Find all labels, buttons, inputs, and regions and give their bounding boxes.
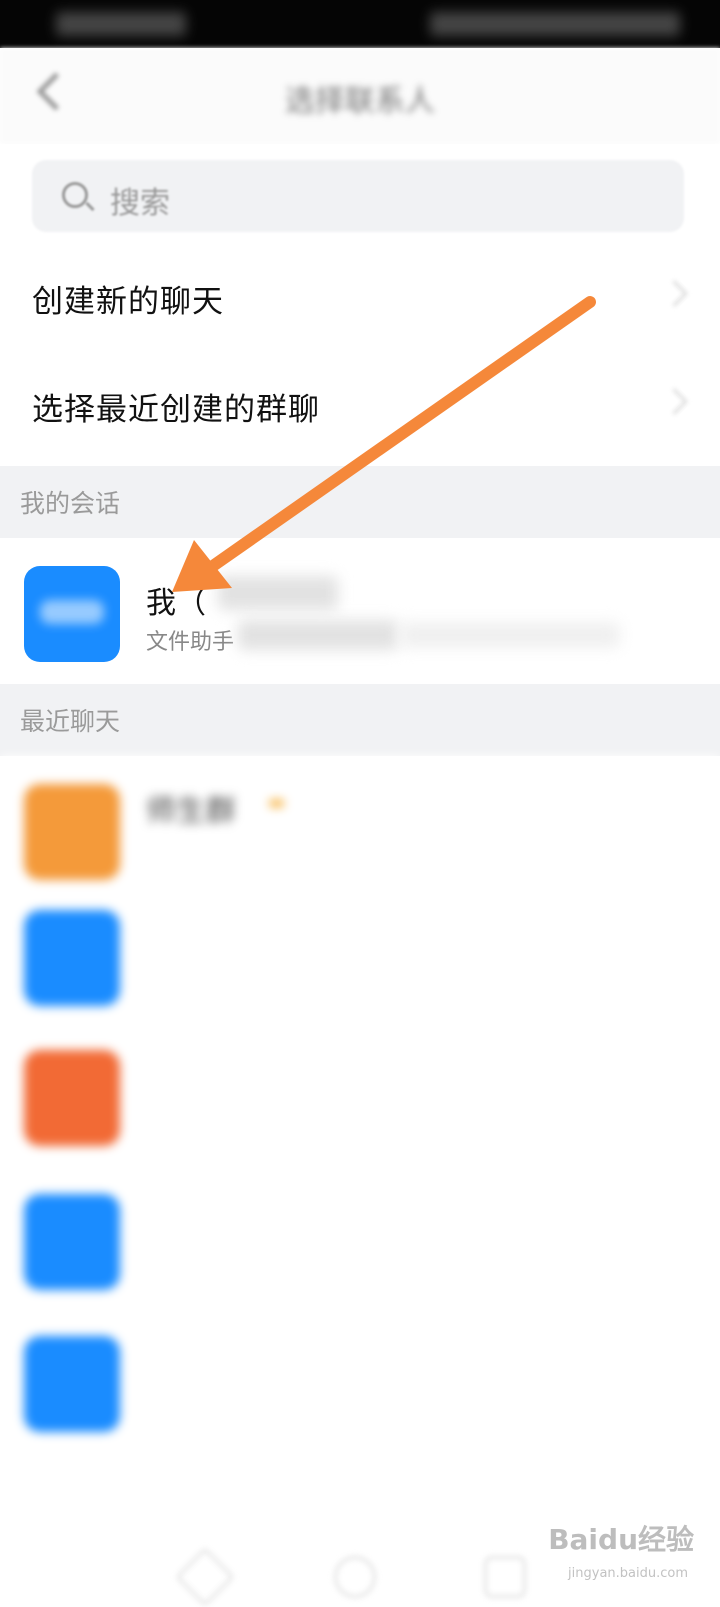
watermark-brand: Baidu经验 — [548, 1523, 694, 1556]
redaction — [400, 622, 620, 648]
select-recent-group-label: 选择最近创建的群聊 — [32, 392, 320, 428]
redaction — [218, 576, 338, 610]
tag-badge: ▬ — [268, 792, 286, 813]
chat-name: 师生群 — [146, 794, 236, 829]
chevron-right-icon — [661, 280, 688, 307]
chat-subtitle: 文件助手 — [146, 630, 235, 655]
search-input[interactable]: 搜索 — [32, 160, 684, 232]
list-item[interactable] — [0, 1186, 720, 1326]
avatar — [24, 1050, 120, 1146]
redaction — [238, 620, 398, 650]
search-icon — [62, 182, 88, 208]
header: 选择联系人 — [0, 48, 720, 144]
avatar — [24, 784, 120, 880]
status-right-blur — [430, 12, 680, 36]
list-item[interactable] — [0, 900, 720, 1040]
nav-home-icon[interactable] — [334, 1556, 376, 1598]
watermark-url: jingyan.baidu.com — [568, 1566, 688, 1581]
avatar — [24, 566, 120, 662]
create-new-chat-label: 创建新的聊天 — [32, 284, 224, 320]
page-title: 选择联系人 — [285, 84, 435, 119]
search-bar: 搜索 — [0, 144, 720, 248]
nav-recents-icon[interactable] — [484, 1556, 526, 1598]
list-item[interactable] — [0, 1040, 720, 1180]
avatar — [24, 1194, 120, 1290]
avatar — [24, 1336, 120, 1432]
list-item[interactable] — [0, 1330, 720, 1470]
my-chat-item[interactable]: 我（ 文件助手 — [0, 540, 720, 684]
status-bar — [0, 0, 720, 48]
avatar-label-blur — [40, 600, 104, 624]
select-recent-group-item[interactable]: 选择最近创建的群聊 — [0, 352, 720, 460]
search-placeholder: 搜索 — [110, 186, 170, 221]
list-item[interactable]: 师生群 ▬ — [0, 756, 720, 896]
create-new-chat-item[interactable]: 创建新的聊天 — [0, 244, 720, 352]
avatar — [24, 910, 120, 1006]
section-label-recent: 最近聊天 — [20, 707, 121, 736]
chat-name: 我（ — [146, 586, 206, 621]
status-left-blur — [56, 12, 186, 36]
section-header-my-chats: 我的会话 — [0, 466, 720, 538]
nav-back-icon[interactable] — [175, 1547, 235, 1607]
section-header-recent: 最近聊天 — [0, 684, 720, 756]
recent-chat-list: 师生群 ▬ — [0, 756, 720, 1556]
section-label-my-chats: 我的会话 — [20, 489, 121, 518]
chevron-right-icon — [661, 388, 688, 415]
